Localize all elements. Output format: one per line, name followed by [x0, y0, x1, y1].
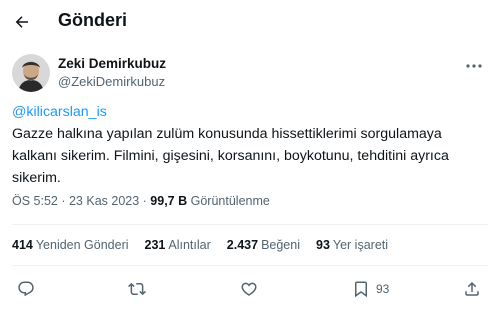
- engagement-stats: 414 Yeniden Gönderi 231 Alıntılar 2.437 Beğ…: [12, 238, 388, 252]
- avatar[interactable]: [12, 54, 50, 92]
- bookmark-icon: [355, 281, 367, 298]
- mention-link[interactable]: @kilicarslan_is: [12, 101, 488, 123]
- tweet-content: Gazze halkına yapılan zulüm konusunda hi…: [12, 126, 449, 186]
- bookmark-button[interactable]: 93: [352, 278, 389, 300]
- top-bar: Gönderi: [0, 0, 500, 44]
- views-label: Görüntülenme: [190, 194, 270, 208]
- tweet-text: @kilicarslan_is Gazze halkına yapılan zu…: [12, 101, 488, 189]
- divider: [12, 265, 488, 266]
- author-block: Zeki Demirkubuz @ZekiDemirkubuz: [12, 53, 488, 95]
- repost-button[interactable]: [128, 278, 146, 300]
- tweet-meta: ÖS 5:52 · 23 Kas 2023 · 99,7 B Görüntüle…: [12, 194, 270, 208]
- back-button[interactable]: [8, 8, 36, 36]
- share-icon: [465, 281, 479, 296]
- views-count: 99,7 B: [150, 194, 188, 208]
- author-handle[interactable]: @ZekiDemirkubuz: [58, 74, 165, 89]
- meta-separator: ·: [57, 194, 69, 208]
- like-button[interactable]: [240, 278, 258, 300]
- author-name[interactable]: Zeki Demirkubuz: [58, 56, 166, 71]
- quotes-count: 231: [144, 238, 166, 252]
- repost-icon: [128, 282, 146, 296]
- reply-icon: [18, 281, 34, 297]
- tweet-time[interactable]: ÖS 5:52: [12, 194, 58, 208]
- action-bar: 93: [0, 276, 500, 304]
- bookmarks-label: Yer işareti: [332, 238, 389, 252]
- likes-count: 2.437: [226, 238, 259, 252]
- bookmarks-stat[interactable]: 93 Yer işareti: [316, 238, 388, 252]
- quotes-stat[interactable]: 231 Alıntılar: [145, 238, 211, 252]
- reposts-count: 414: [12, 238, 33, 252]
- likes-label: Beğeni: [261, 238, 300, 252]
- arrow-left-icon: [15, 16, 28, 28]
- tweet-date[interactable]: 23 Kas 2023: [69, 194, 139, 208]
- share-button[interactable]: [463, 278, 481, 300]
- meta-separator: ·: [139, 194, 151, 208]
- reposts-label: Yeniden Gönderi: [35, 238, 129, 252]
- more-button[interactable]: [464, 59, 484, 73]
- bookmark-count: 93: [376, 282, 390, 296]
- divider: [12, 224, 488, 225]
- avatar-image: [12, 54, 50, 92]
- reposts-stat[interactable]: 414 Yeniden Gönderi: [12, 238, 129, 252]
- likes-stat[interactable]: 2.437 Beğeni: [227, 238, 300, 252]
- reply-button[interactable]: [17, 278, 35, 300]
- bookmarks-count: 93: [316, 238, 330, 252]
- page-title: Gönderi: [58, 10, 128, 30]
- more-horizontal-icon: [466, 64, 482, 68]
- heart-icon: [241, 282, 257, 296]
- quotes-label: Alıntılar: [168, 238, 211, 252]
